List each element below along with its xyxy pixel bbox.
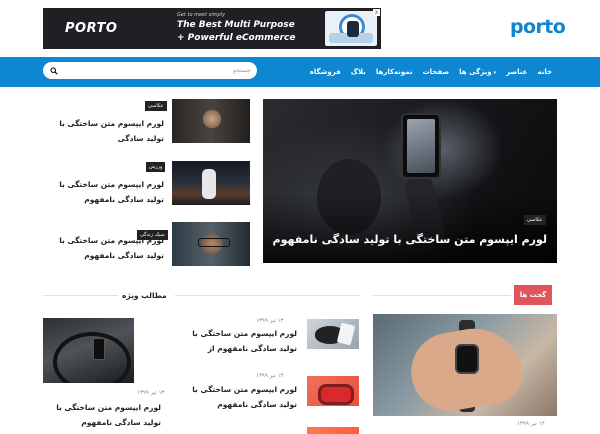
- search-icon[interactable]: [50, 67, 58, 75]
- post-title[interactable]: لورم ایپسوم متن ساختگی با تولید سادگی نا…: [177, 326, 297, 356]
- hero-post-title[interactable]: لورم ایپسوم متن ساختگی با تولید سادگی نا…: [273, 233, 547, 246]
- ad-close-icon[interactable]: x: [373, 9, 380, 16]
- nav-item-pages[interactable]: صفحات: [423, 68, 450, 76]
- post-category-tag[interactable]: ورزش: [146, 162, 166, 172]
- banner-tagline: Get to meet simply: [177, 12, 226, 18]
- banner-headline-2: + Powerful eCommerce: [177, 33, 296, 43]
- post-date: ۱۳ تیر ۱۳۹۹: [256, 318, 284, 324]
- nav-item-elements[interactable]: عناصر: [506, 68, 527, 76]
- post-title[interactable]: لورم ایپسوم متن ساختگی با تولید سادگی نا…: [41, 400, 161, 430]
- post-title[interactable]: لورم ایپسوم متن ساختگی با تولید سادگی نا…: [177, 382, 297, 412]
- banner-brand: PORTO: [65, 21, 118, 36]
- post-date: ۱۳ تیر ۱۳۹۹: [137, 390, 165, 396]
- site-logo[interactable]: porto: [510, 16, 566, 38]
- search-box: [43, 62, 257, 79]
- post-title[interactable]: لورم ایپسوم متن ساختگی با تولید سادگی: [44, 116, 164, 146]
- top-bar: PORTO Get to meet simply The Best Multi …: [0, 0, 600, 57]
- post-title[interactable]: لورم ایپسوم متن ساختگی با تولید سادگی نا…: [44, 233, 164, 263]
- gadget-featured-image[interactable]: [373, 314, 557, 416]
- section-divider: [43, 295, 118, 296]
- post-thumbnail[interactable]: [172, 222, 250, 266]
- search-input[interactable]: [61, 64, 251, 77]
- post-date: ۱۳ تیر ۱۳۹۹: [256, 373, 284, 379]
- post-thumbnail[interactable]: [172, 99, 250, 143]
- post-thumbnail[interactable]: [307, 319, 359, 349]
- ad-banner[interactable]: PORTO Get to meet simply The Best Multi …: [43, 8, 381, 49]
- post-thumbnail[interactable]: [307, 427, 359, 434]
- post-thumbnail[interactable]: [172, 161, 250, 205]
- nav-item-blog[interactable]: بلاگ: [351, 68, 366, 76]
- section-heading-special: مطالب ویژه: [122, 291, 167, 300]
- section-divider: [373, 295, 511, 296]
- nav-item-shop[interactable]: فروشگاه: [310, 68, 341, 76]
- section-heading-gadgets[interactable]: گجت ها: [514, 285, 552, 305]
- special-post-image[interactable]: [43, 318, 134, 383]
- nav-item-home[interactable]: خانه: [537, 68, 552, 76]
- featured-post-hero[interactable]: لورم ایپسوم متن ساختگی با تولید سادگی نا…: [263, 99, 557, 263]
- post-title[interactable]: لورم ایپسوم متن ساختگی با تولید سادگی نا…: [44, 177, 164, 207]
- nav-item-features[interactable]: ویژگی ها ▾: [459, 68, 496, 76]
- nav-item-portfolio[interactable]: نمونه‌کارها: [376, 68, 413, 76]
- hero-category-tag[interactable]: عکاسی: [524, 215, 546, 225]
- post-category-tag[interactable]: عکاسی: [145, 101, 167, 111]
- post-date: ۱۳ تیر ۱۳۹۹: [517, 421, 545, 427]
- section-divider: [175, 295, 360, 296]
- nav-menu: خانه عناصر ویژگی ها ▾ صفحات نمونه‌کارها ب…: [300, 57, 552, 87]
- banner-product-image: [325, 11, 377, 46]
- banner-headline-1: The Best Multi Purpose: [177, 20, 295, 30]
- chevron-down-icon: ▾: [493, 70, 497, 76]
- post-thumbnail[interactable]: [307, 376, 359, 406]
